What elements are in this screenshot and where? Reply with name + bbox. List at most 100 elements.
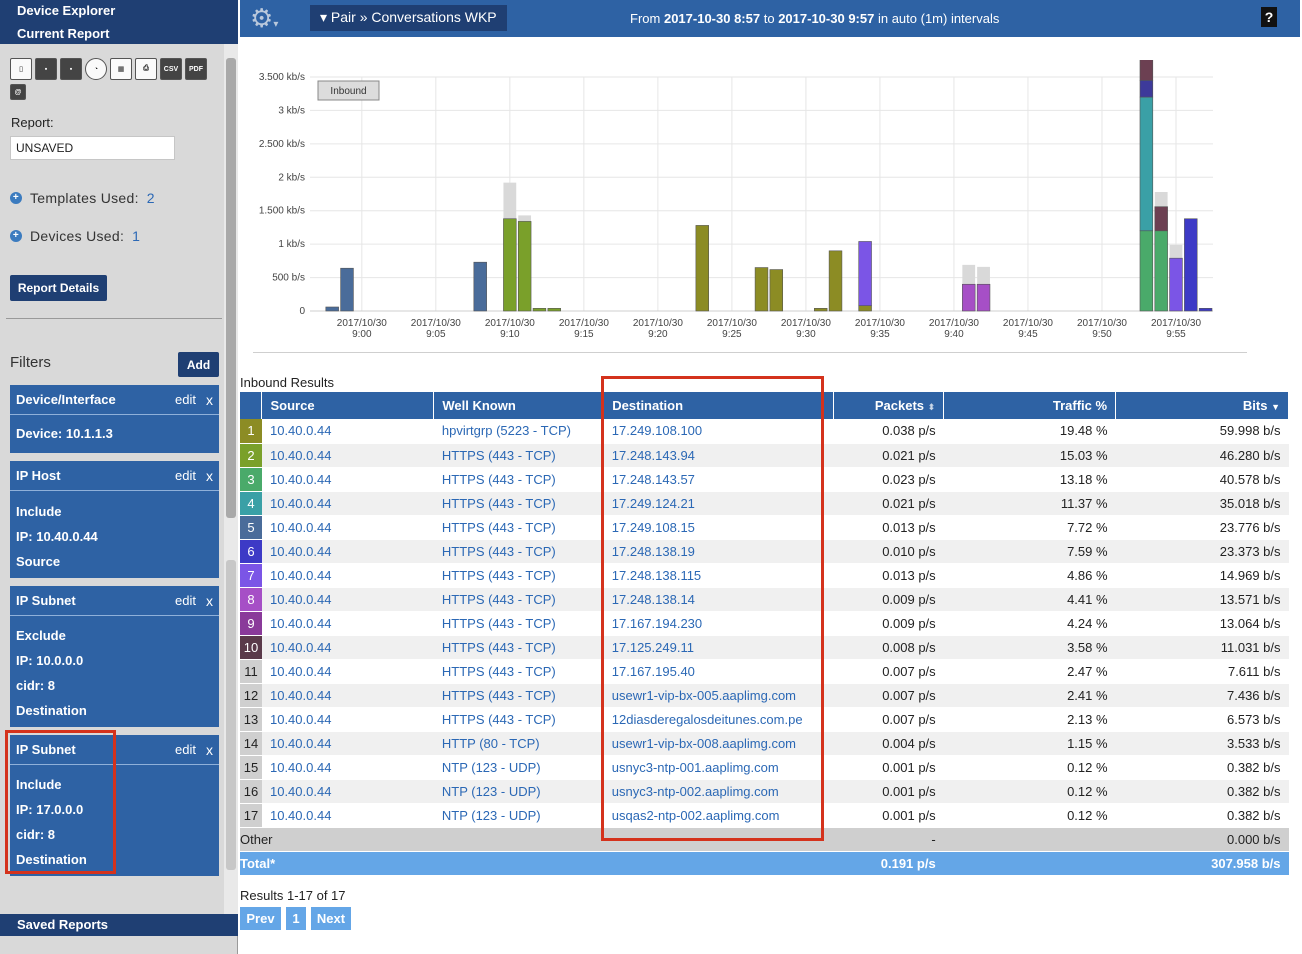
- source-link[interactable]: 10.40.0.44: [270, 784, 331, 799]
- source-cell[interactable]: 10.40.0.44: [261, 467, 434, 492]
- next-page-button[interactable]: Next: [311, 907, 351, 930]
- source-link[interactable]: 10.40.0.44: [270, 760, 331, 775]
- filter-edit-link[interactable]: edit: [175, 468, 196, 483]
- source-cell[interactable]: 10.40.0.44: [261, 683, 434, 708]
- chart-bar[interactable]: [340, 267, 354, 312]
- filter-edit-link[interactable]: edit: [175, 742, 196, 757]
- well-known-link[interactable]: hpvirtgrp (5223 - TCP): [442, 423, 571, 438]
- well-known-link[interactable]: HTTPS (443 - TCP): [442, 520, 556, 535]
- chart-bar[interactable]: [532, 308, 547, 312]
- print-icon[interactable]: ⎙: [135, 58, 157, 80]
- chart-bar[interactable]: [1184, 218, 1198, 312]
- source-cell[interactable]: 10.40.0.44: [261, 755, 434, 780]
- well-known-cell[interactable]: HTTPS (443 - TCP): [433, 683, 604, 708]
- source-cell[interactable]: 10.40.0.44: [261, 563, 434, 588]
- chart-bar[interactable]: [1139, 230, 1154, 312]
- chart-bar[interactable]: [517, 221, 532, 312]
- source-cell[interactable]: 10.40.0.44: [261, 731, 434, 756]
- well-known-link[interactable]: HTTPS (443 - TCP): [442, 712, 556, 727]
- source-cell[interactable]: 10.40.0.44: [261, 539, 434, 564]
- well-known-cell[interactable]: HTTPS (443 - TCP): [433, 443, 604, 468]
- well-known-link[interactable]: HTTP (80 - TCP): [442, 736, 540, 751]
- well-known-link[interactable]: HTTPS (443 - TCP): [442, 448, 556, 463]
- chart-bar[interactable]: [976, 283, 991, 312]
- well-known-link[interactable]: HTTPS (443 - TCP): [442, 544, 556, 559]
- filter-edit-link[interactable]: edit: [175, 593, 196, 608]
- chart-bar[interactable]: [1139, 60, 1154, 81]
- chart-bar[interactable]: [1139, 96, 1154, 232]
- well-known-link[interactable]: NTP (123 - UDP): [442, 808, 541, 823]
- well-known-link[interactable]: HTTPS (443 - TCP): [442, 568, 556, 583]
- well-known-cell[interactable]: HTTPS (443 - TCP): [433, 659, 604, 684]
- well-known-cell[interactable]: HTTPS (443 - TCP): [433, 611, 604, 636]
- save-icon[interactable]: ▪: [35, 58, 57, 80]
- chart-bar[interactable]: [1198, 308, 1213, 312]
- chart-bar[interactable]: [754, 267, 769, 312]
- well-known-cell[interactable]: HTTPS (443 - TCP): [433, 635, 604, 660]
- templates-used-count[interactable]: 2: [147, 190, 155, 206]
- schedule-icon[interactable]: ◔: [85, 58, 107, 80]
- chart-bar[interactable]: [473, 261, 487, 312]
- well-known-link[interactable]: HTTPS (443 - TCP): [442, 640, 556, 655]
- delete-icon[interactable]: ▯: [10, 58, 32, 80]
- sort-icon[interactable]: ⬍: [928, 402, 936, 412]
- saved-reports-bar[interactable]: Saved Reports: [0, 914, 238, 936]
- source-link[interactable]: 10.40.0.44: [270, 568, 331, 583]
- well-known-cell[interactable]: HTTPS (443 - TCP): [433, 707, 604, 732]
- traffic-column-header[interactable]: Traffic %: [943, 392, 1117, 419]
- chart-bar[interactable]: [1154, 230, 1168, 312]
- chart-bar[interactable]: [1139, 80, 1154, 98]
- well-known-cell[interactable]: hpvirtgrp (5223 - TCP): [433, 419, 604, 444]
- source-link[interactable]: 10.40.0.44: [270, 496, 331, 511]
- well-known-link[interactable]: HTTPS (443 - TCP): [442, 592, 556, 607]
- well-known-link[interactable]: NTP (123 - UDP): [442, 784, 541, 799]
- gear-icon[interactable]: ⚙▾: [250, 5, 290, 33]
- current-report-title[interactable]: Current Report: [17, 26, 109, 41]
- well-known-column-header[interactable]: Well Known: [433, 392, 605, 419]
- source-link[interactable]: 10.40.0.44: [270, 688, 331, 703]
- source-cell[interactable]: 10.40.0.44: [261, 419, 434, 444]
- source-cell[interactable]: 10.40.0.44: [261, 803, 434, 828]
- well-known-cell[interactable]: HTTPS (443 - TCP): [433, 515, 604, 540]
- source-link[interactable]: 10.40.0.44: [270, 448, 331, 463]
- source-link[interactable]: 10.40.0.44: [270, 640, 331, 655]
- well-known-link[interactable]: HTTPS (443 - TCP): [442, 472, 556, 487]
- well-known-link[interactable]: HTTPS (443 - TCP): [442, 688, 556, 703]
- source-link[interactable]: 10.40.0.44: [270, 712, 331, 727]
- chart-bar[interactable]: [695, 225, 709, 312]
- devices-used-count[interactable]: 1: [132, 228, 140, 244]
- source-link[interactable]: 10.40.0.44: [270, 736, 331, 751]
- filter-remove-icon[interactable]: x: [206, 742, 213, 758]
- csv-icon[interactable]: CSV: [160, 58, 182, 80]
- sidebar-scroll-thumb-lower[interactable]: [226, 560, 236, 870]
- legend-badge-label[interactable]: Inbound: [330, 86, 366, 97]
- source-cell[interactable]: 10.40.0.44: [261, 635, 434, 660]
- range-from-value[interactable]: 2017-10-30 8:57: [664, 11, 760, 26]
- well-known-link[interactable]: HTTPS (443 - TCP): [442, 496, 556, 511]
- report-name-field[interactable]: UNSAVED: [10, 136, 175, 160]
- source-column-header[interactable]: Source: [261, 392, 435, 419]
- chart-bar[interactable]: [858, 241, 872, 306]
- well-known-cell[interactable]: NTP (123 - UDP): [433, 755, 604, 780]
- bits-column-header[interactable]: Bits ▼: [1115, 392, 1289, 419]
- chart-bar[interactable]: [828, 250, 843, 312]
- source-link[interactable]: 10.40.0.44: [270, 592, 331, 607]
- report-details-button[interactable]: Report Details: [10, 275, 107, 301]
- filter-edit-link[interactable]: edit: [175, 392, 196, 407]
- devices-used[interactable]: + Devices Used: 1: [10, 228, 140, 244]
- expand-plus-icon[interactable]: +: [10, 230, 22, 242]
- source-cell[interactable]: 10.40.0.44: [261, 611, 434, 636]
- page-1-button[interactable]: 1: [286, 907, 306, 930]
- chart-bar[interactable]: [1154, 206, 1168, 232]
- well-known-link[interactable]: HTTPS (443 - TCP): [442, 664, 556, 679]
- chart-bar[interactable]: [962, 283, 976, 312]
- chart-bar[interactable]: [1169, 257, 1183, 312]
- chart-bar[interactable]: [814, 308, 828, 312]
- chart-bar[interactable]: [325, 306, 339, 312]
- well-known-cell[interactable]: HTTPS (443 - TCP): [433, 539, 604, 564]
- filter-remove-icon[interactable]: x: [206, 593, 213, 609]
- source-link[interactable]: 10.40.0.44: [270, 808, 331, 823]
- source-cell[interactable]: 10.40.0.44: [261, 515, 434, 540]
- chart-bar[interactable]: [769, 269, 784, 312]
- source-link[interactable]: 10.40.0.44: [270, 616, 331, 631]
